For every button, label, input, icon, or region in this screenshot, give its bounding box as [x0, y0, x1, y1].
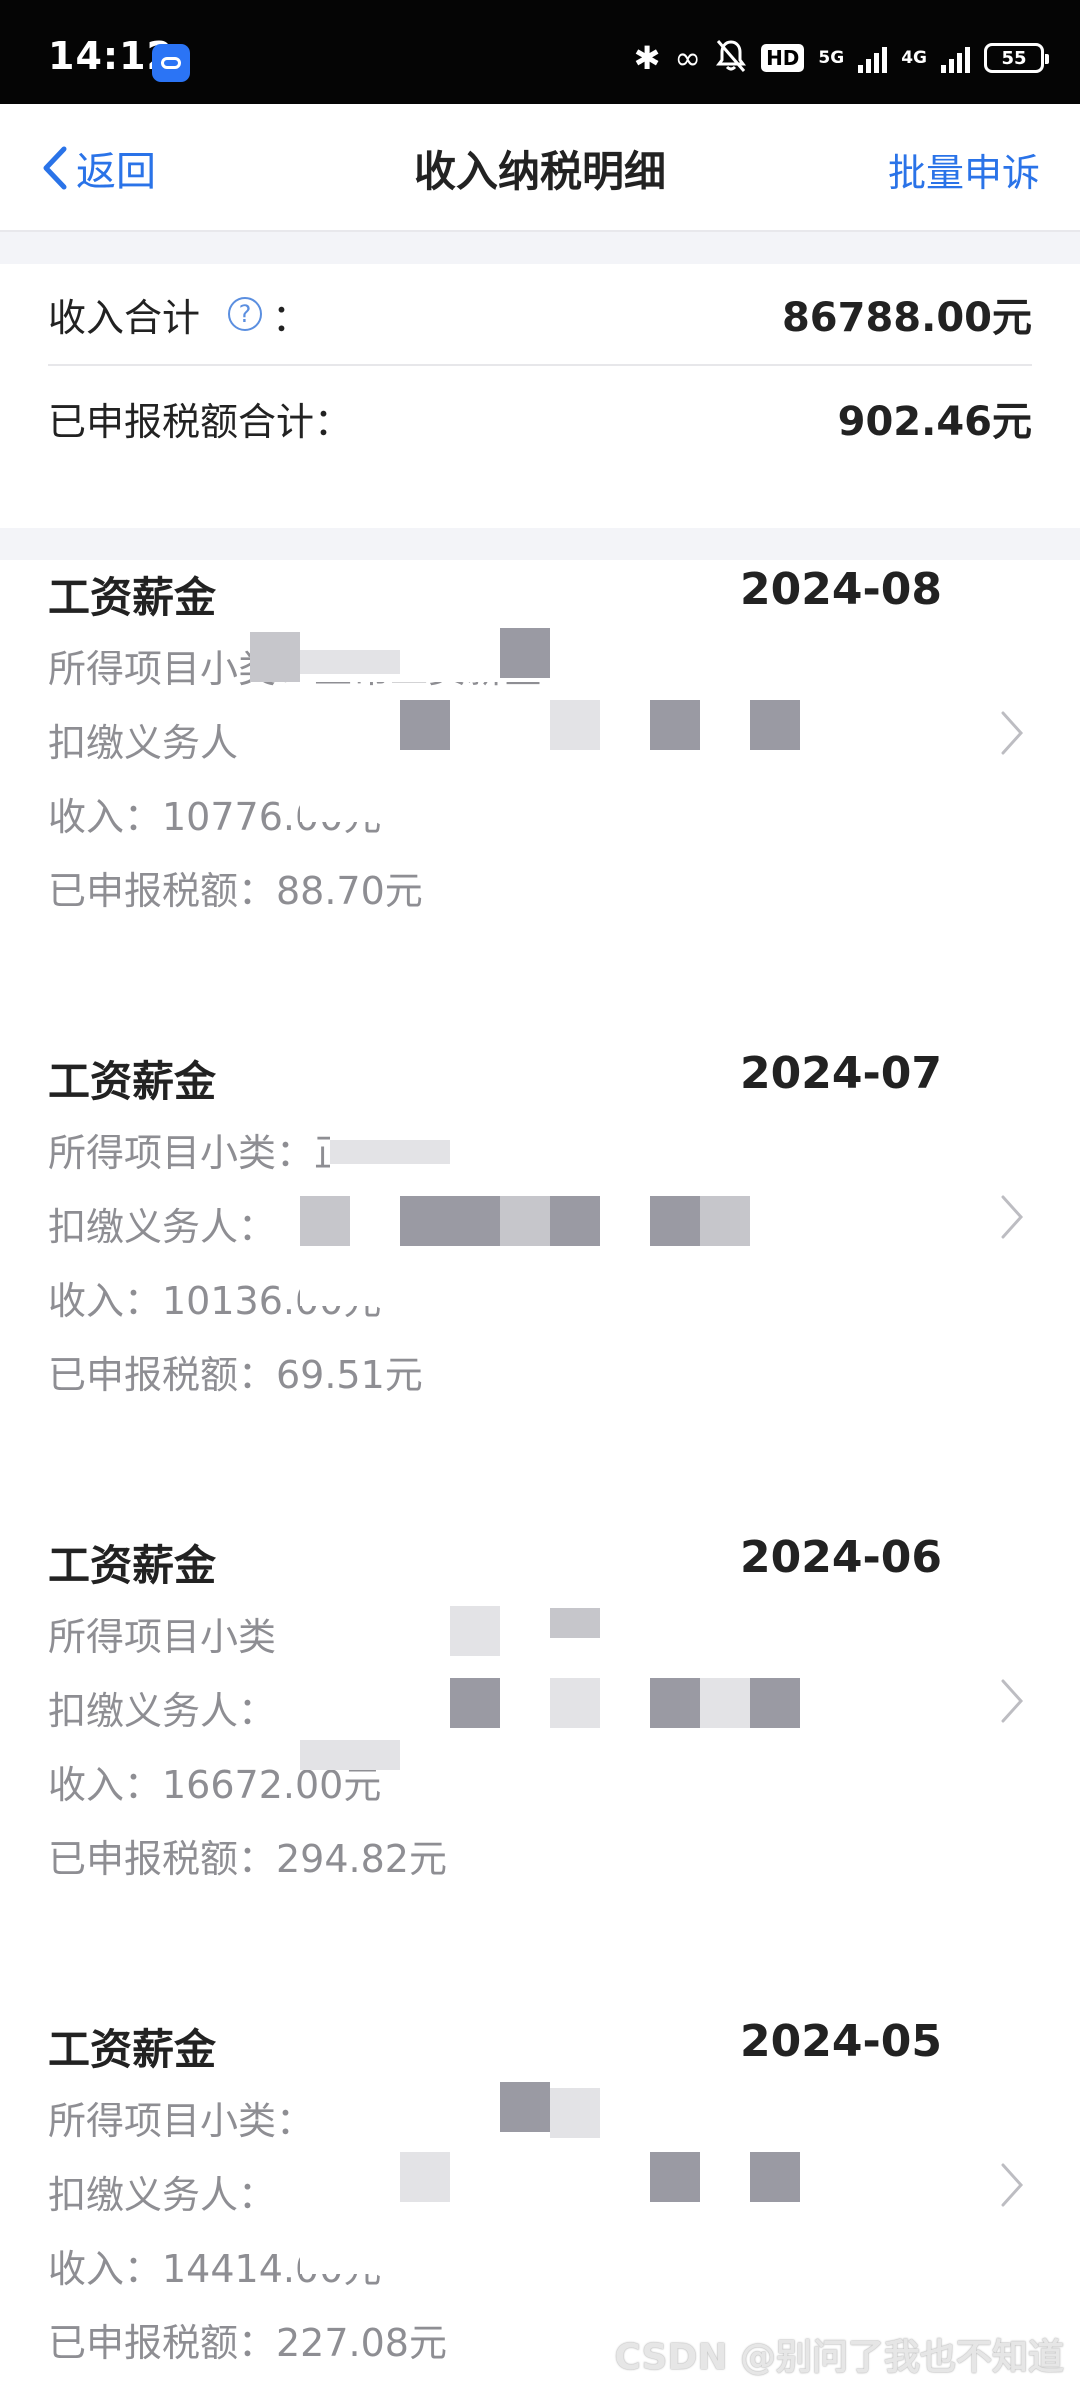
income-total-label: 收入合计	[48, 295, 201, 340]
status-icons: ✱ ∞ HD 5G 4G 55	[633, 36, 1049, 80]
link-icon: ∞	[674, 39, 702, 77]
section-divider	[0, 232, 1080, 264]
income-type: 工资薪金	[48, 1541, 217, 1590]
watermark: CSDN @别问了我也不知道	[614, 2337, 1064, 2378]
income-total-value: 86788.00元	[781, 295, 1032, 341]
list-item[interactable]: 工资薪金 2024-07 所得项目小类：正常工资薪金 扣缴义务人： 收入：101…	[0, 1044, 1080, 1528]
income-text: 收入：10136.00元	[48, 1279, 382, 1323]
tax-text: 已申报税额：294.82元	[48, 1837, 447, 1881]
link-app-icon	[152, 44, 190, 82]
bell-off-icon	[715, 39, 747, 78]
subcategory-text: 所得项目小类：	[48, 2099, 315, 2143]
network-5g-label: 5G	[818, 48, 845, 68]
record-period: 2024-06	[740, 1532, 942, 1583]
income-total-row: 收入合计 ? ： 86788.00元	[48, 264, 1032, 366]
income-type: 工资薪金	[48, 2025, 217, 2074]
record-period: 2024-07	[740, 1048, 942, 1099]
battery-icon: 55	[984, 43, 1049, 73]
chevron-right-icon	[1001, 1195, 1024, 1239]
chevron-right-icon	[1001, 2163, 1024, 2207]
withholder-text: 扣缴义务人：	[48, 2173, 277, 2217]
withholder-text: 扣缴义务人：	[48, 1689, 277, 1733]
income-text: 收入：14414.00元	[48, 2247, 382, 2291]
chevron-right-icon	[1001, 711, 1024, 755]
section-divider	[0, 528, 1080, 560]
question-circle-icon[interactable]: ?	[228, 297, 263, 331]
income-total-colon: ：	[272, 295, 311, 340]
tax-total-label: 已申报税额合计：	[48, 399, 353, 444]
subcategory-text: 所得项目小类：正常工资薪金	[48, 1131, 543, 1175]
income-type: 工资薪金	[48, 573, 217, 622]
nav-bar: 返回 收入纳税明细 批量申诉	[0, 104, 1080, 232]
income-type: 工资薪金	[48, 1057, 217, 1106]
tax-text: 已申报税额：88.70元	[48, 869, 423, 913]
hd-badge: HD	[761, 44, 805, 72]
withholder-text: 扣缴义务人：	[48, 1205, 277, 1249]
network-4g-label: 4G	[901, 48, 927, 68]
tax-text: 已申报税额：227.08元	[48, 2321, 447, 2365]
batch-appeal-button[interactable]: 批量申诉	[888, 142, 1040, 197]
tax-text: 已申报税额：69.51元	[48, 1353, 423, 1397]
bluetooth-icon: ✱	[633, 39, 661, 77]
chevron-right-icon	[1001, 1679, 1024, 1723]
income-text: 收入：16672.00元	[48, 1763, 382, 1807]
withholder-text: 扣缴义务人	[48, 721, 239, 765]
subcategory-text: 所得项目小类：正常工资薪金	[48, 647, 543, 691]
screen: 14:12 ✱ ∞ HD 5G 4G 55 返回 收入纳税明细 批量申诉 收入合…	[0, 0, 1080, 2400]
status-bar: 14:12 ✱ ∞ HD 5G 4G 55	[0, 0, 1080, 104]
record-period: 2024-08	[740, 564, 942, 615]
record-period: 2024-05	[740, 2016, 942, 2067]
signal-5g-icon	[858, 43, 888, 73]
subcategory-text: 所得项目小类	[48, 1615, 277, 1659]
list-item[interactable]: 工资薪金 2024-08 所得项目小类：正常工资薪金 扣缴义务人 收入：1077…	[0, 560, 1080, 1044]
tax-total-value: 902.46元	[837, 399, 1032, 445]
income-text: 收入：10776.00元	[48, 795, 382, 839]
summary-card: 收入合计 ? ： 86788.00元 已申报税额合计： 902.46元	[0, 264, 1080, 528]
signal-4g-icon	[941, 43, 970, 73]
battery-level: 55	[1001, 47, 1027, 69]
tax-total-row: 已申报税额合计： 902.46元	[48, 368, 1032, 468]
list-item[interactable]: 工资薪金 2024-06 所得项目小类 扣缴义务人： 收入：16672.00元 …	[0, 1528, 1080, 2012]
